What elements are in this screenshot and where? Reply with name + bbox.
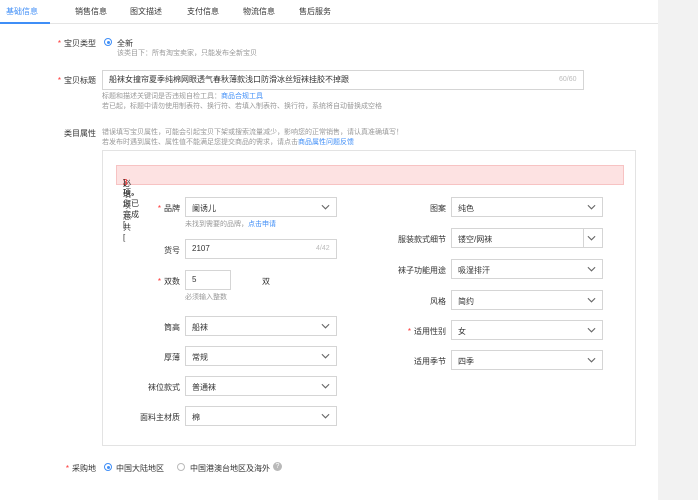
item-type-hint: 该类目下：所有淘宝卖家，只能发布全新宝贝 (117, 50, 257, 57)
pairs-input[interactable]: 5 (185, 270, 231, 290)
chevron-down-icon (321, 204, 330, 210)
active-tab-indicator (0, 22, 50, 24)
origin-radio-mainland[interactable] (104, 463, 112, 471)
tab-bar: 基础信息 销售信息 图文描述 支付信息 物流信息 售后服务 (0, 0, 658, 24)
brand-hint: 未找到需要的品牌，点击申请 (185, 221, 276, 228)
gender-label: * 适用性别 (407, 327, 446, 336)
chevron-down-icon (587, 327, 596, 333)
chevron-down-icon (321, 353, 330, 359)
pattern-label: 图案 (430, 204, 446, 213)
toe-style-select[interactable]: 普通袜 (185, 376, 337, 396)
chevron-down-icon (587, 204, 596, 210)
height-label: 筒高 (164, 323, 180, 332)
tab-after-sales[interactable]: 售后服务 (299, 6, 331, 17)
season-select[interactable]: 四季 (451, 350, 603, 370)
item-type-radio-new[interactable] (104, 38, 112, 46)
style-label: 风格 (430, 297, 446, 306)
pattern-select[interactable]: 纯色 (451, 197, 603, 217)
tab-graphic-desc[interactable]: 图文描述 (130, 6, 162, 17)
origin-radio-overseas[interactable] (177, 463, 185, 471)
chevron-down-icon (321, 413, 330, 419)
item-title-label: * 宝贝标题 (57, 76, 96, 85)
toe-style-label: 袜位款式 (148, 383, 180, 392)
chevron-down-icon (587, 266, 596, 272)
origin-label: * 采购地 (65, 464, 96, 473)
compliance-tool-link[interactable]: 商品合规工具 (221, 93, 263, 100)
main-panel: 基础信息 销售信息 图文描述 支付信息 物流信息 售后服务 * 宝贝类型 全新 该… (0, 0, 658, 500)
function-label: 袜子功能用途 (398, 266, 446, 275)
chevron-down-icon (587, 297, 596, 303)
tab-basic-info[interactable]: 基础信息 (6, 6, 38, 17)
thickness-select[interactable]: 常规 (185, 346, 337, 366)
category-attr-label: 类目属性 (64, 129, 96, 138)
detail-select[interactable]: 镂空/网袜 (451, 228, 603, 248)
attr-feedback-link[interactable]: 商品属性问题反馈 (298, 139, 354, 146)
thickness-label: 厚薄 (164, 353, 180, 362)
chevron-down-icon (321, 323, 330, 329)
pairs-hint: 必须输入整数 (185, 294, 227, 301)
origin-option-1: 中国大陆地区 (116, 464, 164, 473)
origin-option-2: 中国港澳台地区及海外 (190, 464, 270, 473)
item-title-hint-1: 标题和描述关键词是否违规自检工具：商品合规工具 (102, 93, 263, 100)
material-label: 面料主材质 (140, 413, 180, 422)
style-select[interactable]: 简约 (451, 290, 603, 310)
pairs-unit: 双 (262, 277, 270, 286)
item-title-counter: 60/60 (559, 76, 577, 83)
detail-label: 服装款式细节 (398, 235, 446, 244)
chevron-down-icon (587, 235, 596, 241)
chevron-down-icon (587, 357, 596, 363)
model-label: 货号 (164, 246, 180, 255)
item-title-hint-2: 若已起，标题中请勿使用制表符、换行符、若填入制表符、换行符，系统将自动替换成空格 (102, 103, 382, 110)
pairs-label: * 双数 (157, 277, 180, 286)
height-select[interactable]: 船袜 (185, 316, 337, 336)
category-attr-hint-1: 错误填写宝贝属性，可能会引起宝贝下架或搜索流量减少，影响您的正常销售，请认真准确… (102, 129, 403, 136)
function-select[interactable]: 吸湿排汗 (451, 259, 603, 279)
item-type-label: * 宝贝类型 (57, 39, 96, 48)
category-attr-hint-2: 若发布时遇到属性、属性值不能满足您提交商品的需求，请点击商品属性问题反馈 (102, 139, 354, 146)
model-input[interactable]: 2107 (185, 239, 337, 259)
brand-select[interactable]: 阑诱儿 (185, 197, 337, 217)
gender-select[interactable]: 女 (451, 320, 603, 340)
season-label: 适用季节 (414, 357, 446, 366)
select-divider (583, 229, 584, 247)
chevron-down-icon (321, 383, 330, 389)
item-title-input[interactable]: 船袜女撞帘夏季纯棉网眼透气春秋薄款浅口防滑冰丝短袜挂胶不掉跟 (102, 70, 584, 90)
help-icon[interactable]: ? (273, 462, 282, 471)
tab-payment-info[interactable]: 支付信息 (187, 6, 219, 17)
material-select[interactable]: 棉 (185, 406, 337, 426)
brand-apply-link[interactable]: 点击申请 (248, 221, 276, 228)
tab-sales-info[interactable]: 销售信息 (75, 6, 107, 17)
item-type-option-label: 全新 (117, 39, 133, 48)
required-fields-alert: 必填项总共 [3] 项，您已完成 [3] 项。 (116, 165, 624, 242)
tab-logistics-info[interactable]: 物流信息 (243, 6, 275, 17)
brand-label: * 品牌 (157, 204, 180, 213)
model-counter: 4/42 (316, 245, 330, 252)
